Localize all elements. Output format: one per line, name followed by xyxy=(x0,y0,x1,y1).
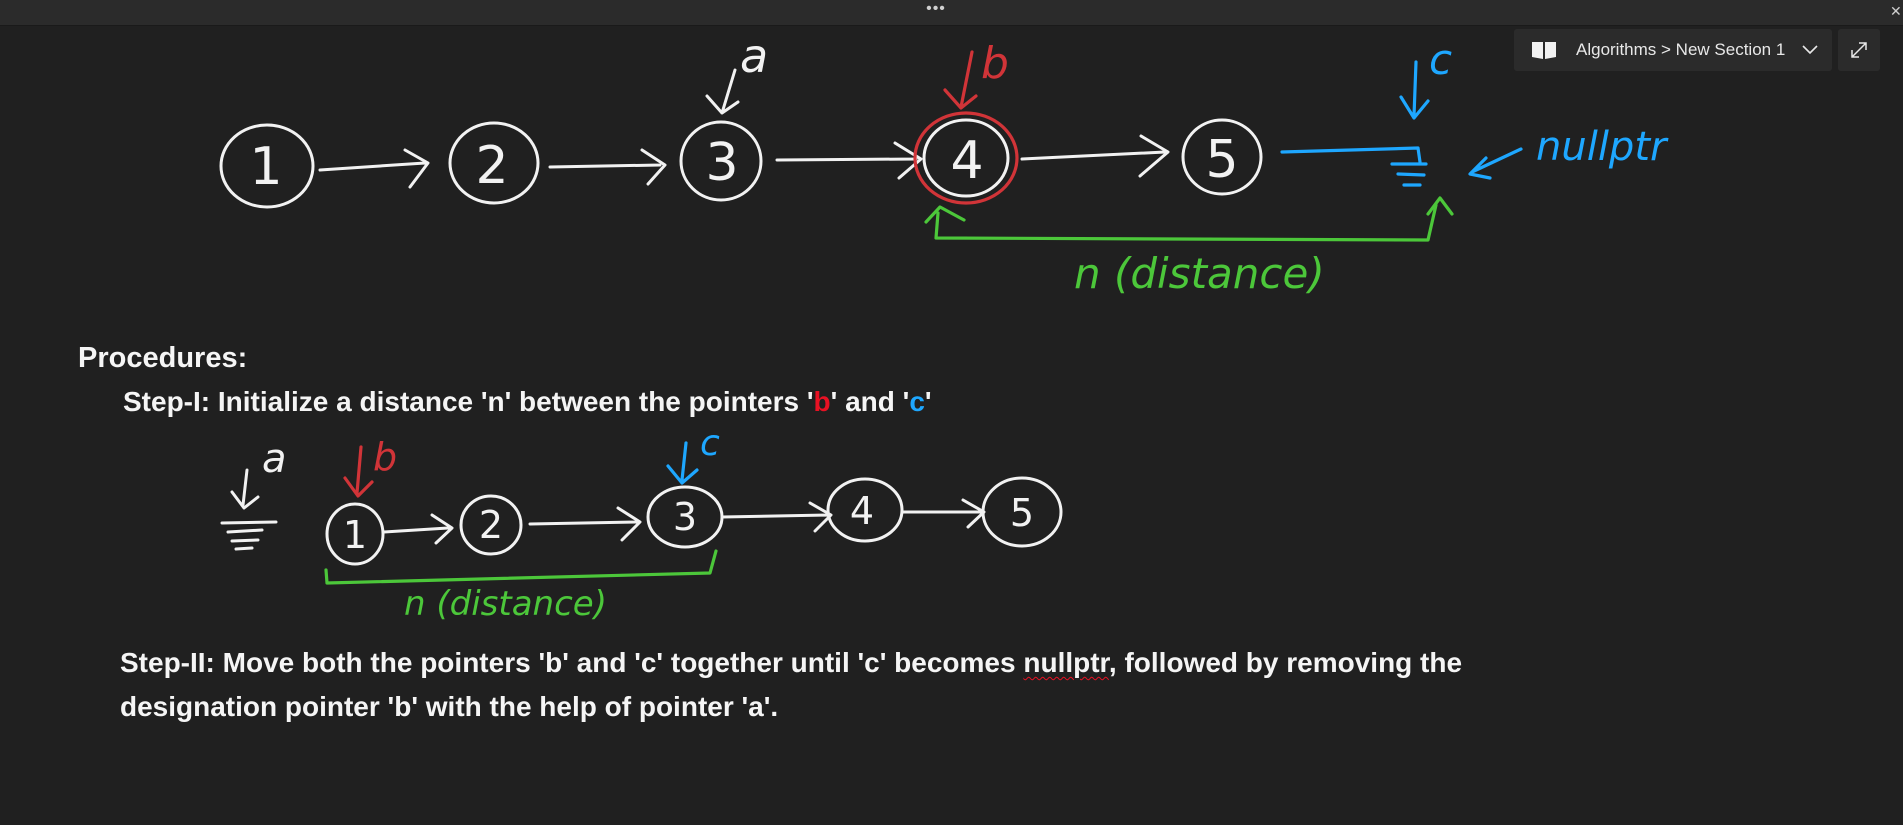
node-label: 4 xyxy=(850,489,874,533)
step1-text-end: ' xyxy=(924,386,932,417)
step1-text-prefix: Step-I: Initialize a distance 'n' betwee… xyxy=(123,386,814,417)
distance-arrow-left xyxy=(924,205,966,224)
step1-distance-bracket xyxy=(324,549,718,585)
pointer-b-arrow xyxy=(343,445,374,498)
step1-text: Step-I: Initialize a distance 'n' betwee… xyxy=(123,386,932,418)
pointer-c-label: c xyxy=(700,423,720,464)
step2-text-line1: Step-II: Move both the pointers 'b' and … xyxy=(120,647,1462,679)
distance-label: n (distance) xyxy=(404,584,607,624)
procedures-heading: Procedures: xyxy=(78,342,248,374)
arrow xyxy=(900,498,986,529)
step1-pointer-c-text: c xyxy=(909,386,925,417)
spellcheck-word[interactable]: nullptr xyxy=(1023,647,1109,678)
pointer-a-arrow xyxy=(705,68,740,115)
pointer-a-arrow xyxy=(230,468,260,510)
onenote-page: ••• ✕ Algorithms > New Section 1 1 2 3 4… xyxy=(0,0,1903,825)
null-link xyxy=(1280,146,1422,164)
pointer-b-label: b xyxy=(373,435,397,479)
arrow xyxy=(1020,134,1170,178)
ground-icon xyxy=(1390,162,1428,187)
node-label: 1 xyxy=(343,513,367,557)
distance-bracket xyxy=(924,196,1454,242)
step1-pointer-b-text: b xyxy=(813,386,831,417)
pointer-a-label: a xyxy=(262,436,287,482)
distance-line xyxy=(324,549,718,585)
node-label: 3 xyxy=(673,495,697,539)
node-label: 3 xyxy=(705,133,738,193)
pointer-c-label: c xyxy=(1429,35,1452,84)
pointer-c-arrow xyxy=(666,441,699,485)
arrow xyxy=(528,506,642,542)
nullptr-arrow xyxy=(1468,147,1523,180)
node-label: 5 xyxy=(1010,491,1034,535)
arrow xyxy=(382,513,454,545)
distance-line xyxy=(934,203,1438,242)
node-label: 2 xyxy=(475,136,508,196)
step2-text-suffix: , followed by removing the xyxy=(1108,647,1463,678)
top-linked-list xyxy=(219,68,1263,209)
step1-pointer-b xyxy=(343,445,374,498)
node-label: 5 xyxy=(1205,130,1238,190)
node-label: 4 xyxy=(950,131,983,191)
step2-text-line2: designation pointer 'b' with the help of… xyxy=(120,691,779,722)
arrow xyxy=(548,148,667,186)
pointer-b-label: b xyxy=(981,38,1009,89)
pointer-b-arrow xyxy=(943,50,978,110)
pointer-c-arrow xyxy=(1399,60,1430,120)
pointer-a-label: a xyxy=(740,29,768,83)
step1-pointer-c xyxy=(666,441,699,485)
arrow xyxy=(318,148,430,189)
nullptr-label: nullptr xyxy=(1536,124,1669,170)
arrow xyxy=(775,141,923,180)
ground-icon xyxy=(220,520,278,551)
step2-text-prefix: Step-II: Move both the pointers 'b' and … xyxy=(120,647,1024,678)
step1-text-mid: ' and ' xyxy=(830,386,910,417)
node-label: 2 xyxy=(479,503,503,547)
distance-label: n (distance) xyxy=(1074,249,1325,298)
null-pointer-marker xyxy=(1280,60,1523,187)
arrow xyxy=(720,501,833,533)
node-label: 1 xyxy=(249,137,282,197)
distance-arrow-right xyxy=(1426,196,1454,216)
